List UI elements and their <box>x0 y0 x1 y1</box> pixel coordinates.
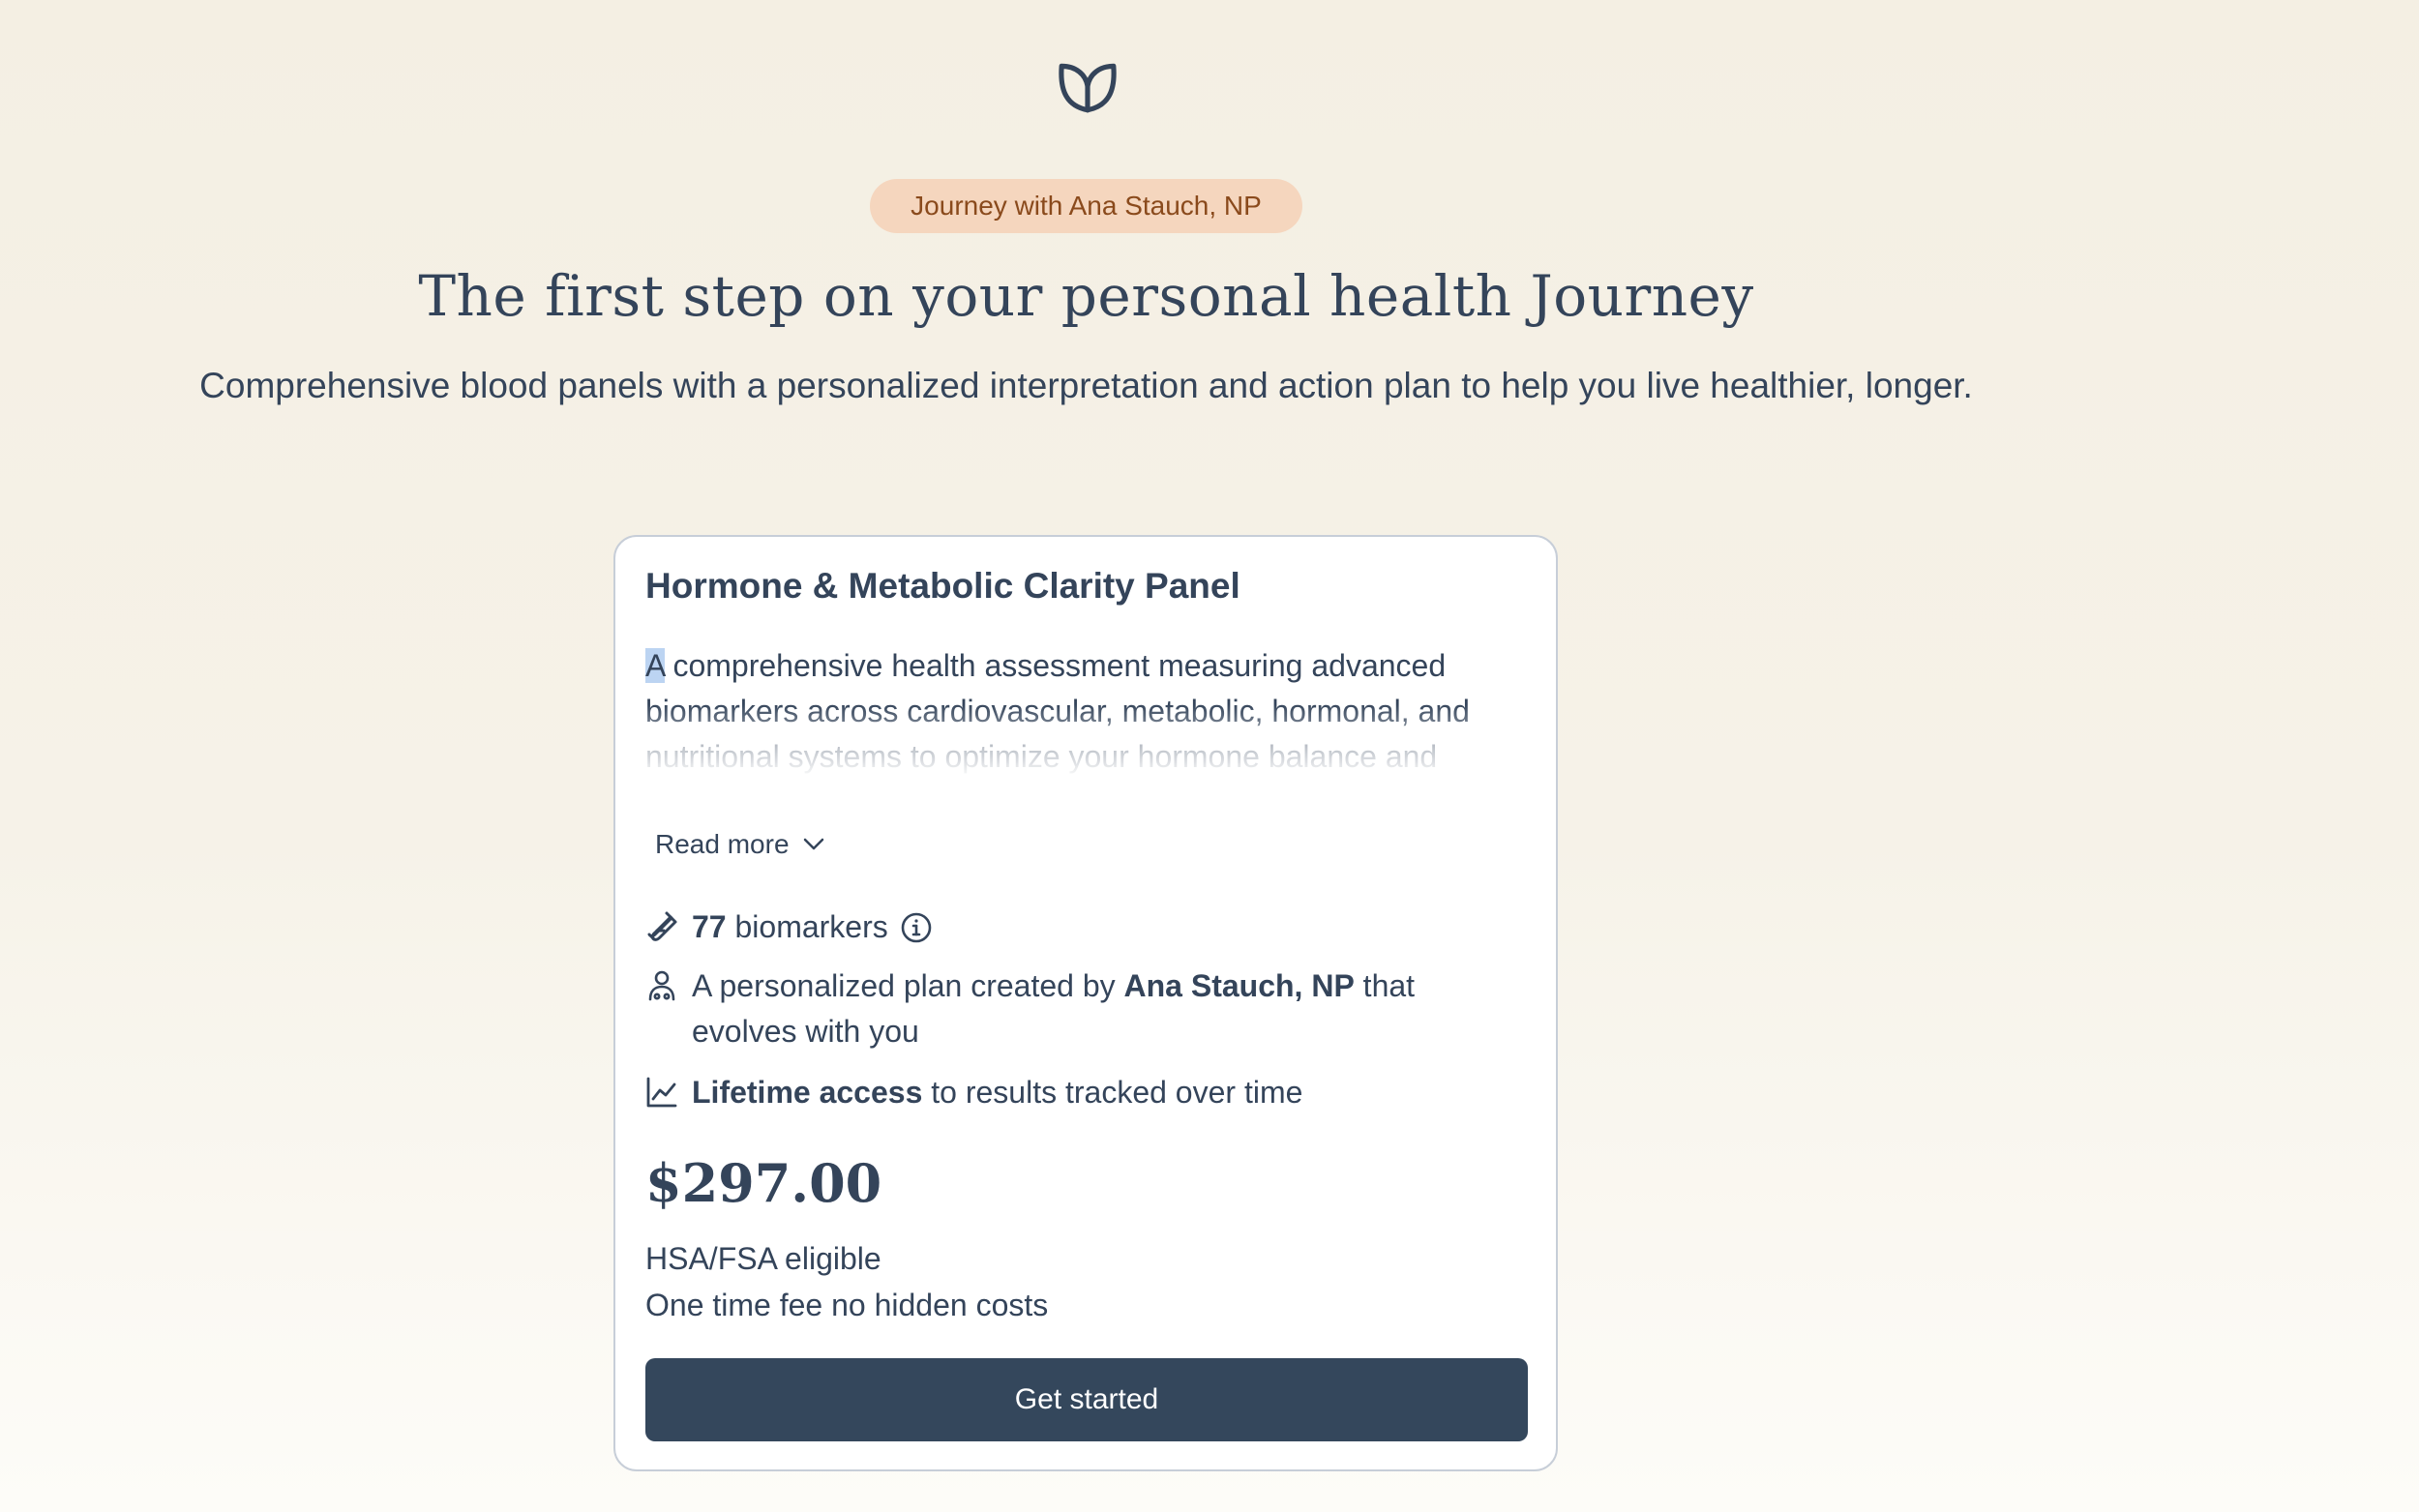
read-more-button[interactable]: Read more <box>655 829 824 860</box>
biomarker-count: 77 <box>692 909 727 944</box>
test-tube-icon <box>645 910 678 943</box>
page-subtitle: Comprehensive blood panels with a person… <box>199 366 1973 405</box>
info-icon[interactable] <box>900 911 933 944</box>
one-time-fee-note: One time fee no hidden costs <box>645 1288 1049 1322</box>
access-text: to results tracked over time <box>922 1075 1303 1110</box>
feature-lifetime-access: Lifetime access to results tracked over … <box>645 1070 1302 1115</box>
plan-provider: Ana Stauch, NP <box>1123 968 1355 1003</box>
plan-text-pre: A personalized plan created by <box>692 968 1124 1003</box>
hsa-fsa-note: HSA/FSA eligible <box>645 1241 881 1276</box>
read-more-label: Read more <box>655 829 790 859</box>
biomarker-label: biomarkers <box>734 909 888 944</box>
panel-title: Hormone & Metabolic Clarity Panel <box>645 566 1240 606</box>
line-chart-icon <box>645 1076 678 1109</box>
panel-card: Hormone & Metabolic Clarity Panel A comp… <box>613 535 1558 1471</box>
description-text: comprehensive health assessment measurin… <box>645 648 1470 774</box>
leaf-heart-icon <box>1056 56 1120 116</box>
panel-description: A comprehensive health assessment measur… <box>645 643 1516 779</box>
get-started-button[interactable]: Get started <box>645 1358 1528 1441</box>
journey-badge: Journey with Ana Stauch, NP <box>870 179 1302 233</box>
price: $297.00 <box>645 1152 882 1214</box>
access-bold: Lifetime access <box>692 1075 923 1110</box>
selected-text: A <box>645 648 665 683</box>
person-icon <box>645 969 678 1002</box>
feature-personalized-plan: A personalized plan created by Ana Stauc… <box>645 964 1447 1054</box>
feature-biomarkers: 77 biomarkers <box>645 904 933 950</box>
page-title: The first step on your personal health J… <box>418 263 1754 329</box>
chevron-down-icon <box>803 838 823 850</box>
